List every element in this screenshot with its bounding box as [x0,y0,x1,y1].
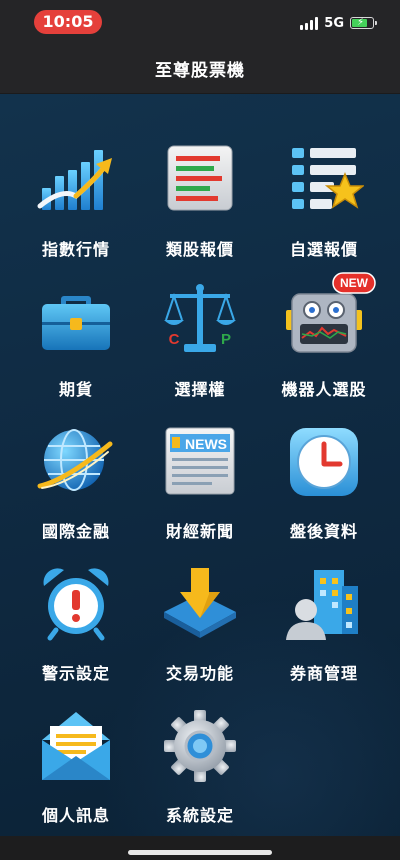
menu-label: 交易功能 [165,664,234,683]
broker-building-icon [286,570,358,640]
menu-financial-news[interactable]: NEWS 財經新聞 [140,422,260,542]
menu-label: 自選報價 [289,240,358,259]
balance-scale-icon: C P [164,284,236,352]
watchlist-star-icon [292,148,364,209]
menu-broker-management[interactable]: 券商管理 [264,564,384,684]
news-text: NEWS [185,436,227,452]
rising-chart-icon [37,150,112,210]
menu-label: 選擇權 [174,380,226,399]
globe-icon [37,429,113,491]
menu-label: 指數行情 [41,240,110,259]
menu-label: 國際金融 [41,522,110,541]
menu-label: 類股報價 [165,240,234,259]
new-badge: NEW [332,272,376,294]
alarm-clock-icon [43,568,109,641]
menu-label: 盤後資料 [289,522,358,541]
status-time: 10:05 [34,10,102,34]
put-letter: P [221,331,231,348]
menu-personal-messages[interactable]: 個人訊息 [16,706,136,826]
menu-index-quotes[interactable]: 指數行情 [16,140,136,260]
home-indicator[interactable] [128,850,272,855]
menu-options[interactable]: C P 選擇權 [140,280,260,400]
network-type: 5G [324,15,344,31]
menu-label: 警示設定 [41,664,110,683]
briefcase-icon [42,296,110,350]
menu-futures[interactable]: 期貨 [16,280,136,400]
status-indicators: 5G ⚡ [300,14,377,32]
charging-icon: ⚡ [357,17,365,28]
menu-label: 機器人選股 [281,380,367,399]
newspaper-icon: NEWS [165,427,235,495]
menu-alert-settings[interactable]: 警示設定 [16,564,136,684]
mail-envelope-icon [42,712,110,780]
battery-icon: ⚡ [350,17,377,29]
status-bar: 10:05 5G ⚡ [0,0,400,48]
download-arrow-icon [164,568,236,638]
new-badge-text: NEW [340,276,369,290]
menu-trading[interactable]: 交易功能 [140,564,260,684]
clock-icon [290,428,358,496]
menu-label: 財經新聞 [165,522,234,541]
home-indicator-area [0,836,400,860]
menu-after-hours-data[interactable]: 盤後資料 [264,422,384,542]
call-letter: C [169,331,180,348]
menu-sector-quotes[interactable]: 類股報價 [140,140,260,260]
menu-label: 券商管理 [289,664,358,683]
gear-icon [164,710,236,782]
sector-list-icon [167,145,233,211]
menu-label: 期貨 [58,380,93,399]
menu-system-settings[interactable]: 系統設定 [140,706,260,826]
menu-label: 系統設定 [165,806,234,825]
page-title: 至尊股票機 [155,61,245,81]
signal-icon [300,16,319,30]
menu-robot-stock-picker[interactable]: NEW 機器人選股 [264,272,384,400]
menu-grid: 指數行情 類股報價 自選報價 期貨 C P 選擇權 NEW 機器人選股 國際金融… [0,94,400,836]
menu-label: 個人訊息 [41,806,110,825]
menu-international-finance[interactable]: 國際金融 [16,422,136,542]
nav-bar: 至尊股票機 [0,48,400,94]
menu-watchlist[interactable]: 自選報價 [264,140,384,260]
